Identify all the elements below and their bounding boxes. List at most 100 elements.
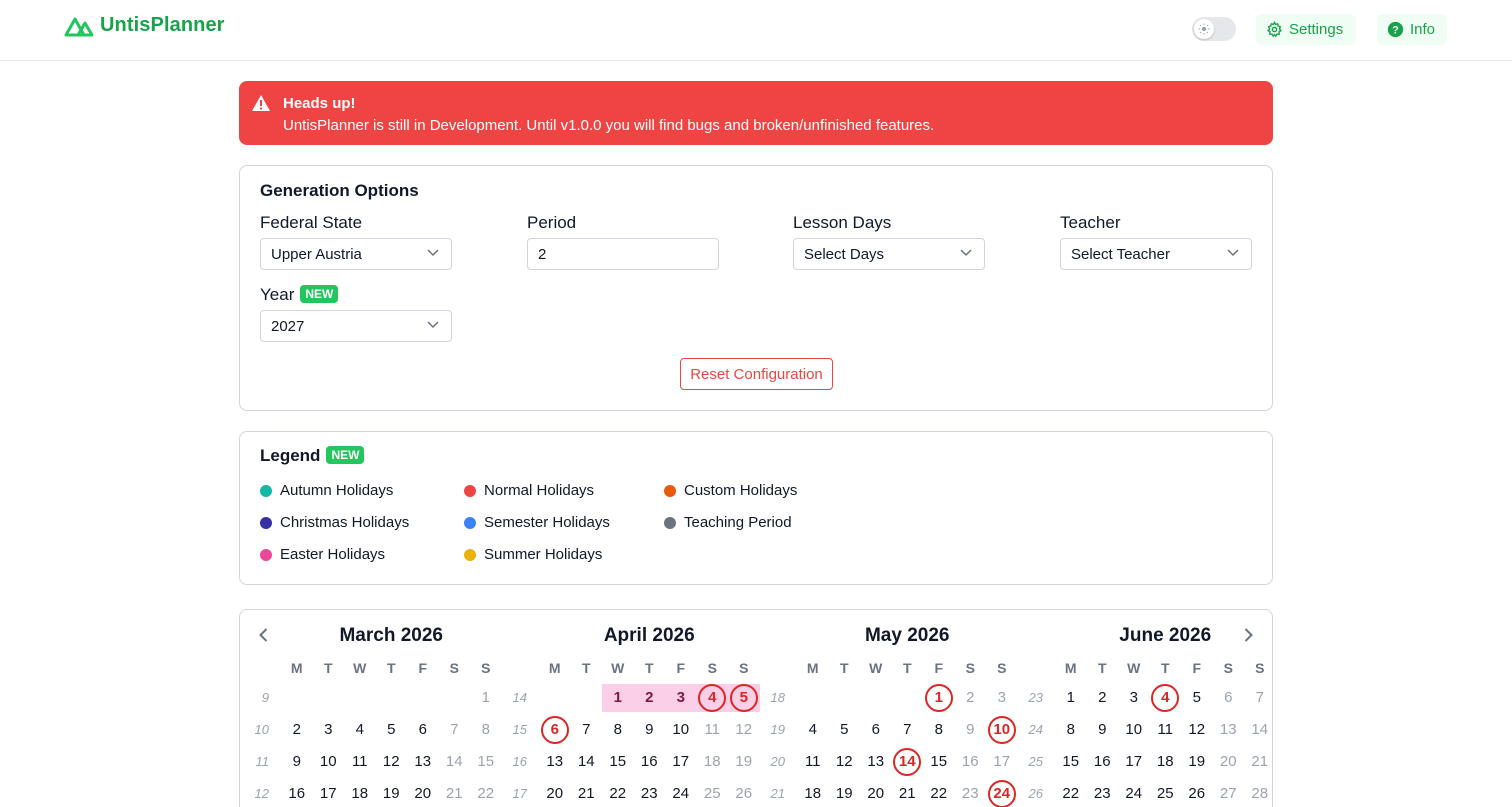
calendar-day[interactable]: 16	[634, 748, 666, 776]
calendar-day[interactable]: 14	[1244, 716, 1276, 744]
calendar-day[interactable]: 21	[892, 780, 924, 807]
calendar-day[interactable]: 9	[1087, 716, 1119, 744]
calendar-day[interactable]: 10	[986, 716, 1018, 744]
calendar-day[interactable]: 4	[797, 716, 829, 744]
teacher-select[interactable]: Select Teacher	[1060, 238, 1252, 270]
calendar-day[interactable]: 5	[376, 716, 408, 744]
calendar-day[interactable]: 15	[470, 748, 502, 776]
calendar-day[interactable]: 14	[892, 748, 924, 776]
calendar-day[interactable]: 23	[634, 780, 666, 807]
calendar-day[interactable]: 1	[1055, 684, 1087, 712]
calendar-day[interactable]: 18	[344, 780, 376, 807]
calendar-day[interactable]: 26	[1181, 780, 1213, 807]
calendar-day[interactable]: 24	[665, 780, 697, 807]
period-input[interactable]: 2	[527, 238, 719, 270]
calendar-day[interactable]: 22	[1055, 780, 1087, 807]
calendar-day[interactable]: 4	[1150, 684, 1182, 712]
calendar-day[interactable]: 5	[728, 684, 760, 712]
calendar-day[interactable]: 3	[1118, 684, 1150, 712]
calendar-day[interactable]: 15	[602, 748, 634, 776]
calendar-day[interactable]: 11	[797, 748, 829, 776]
calendar-day[interactable]: 14	[439, 748, 471, 776]
calendar-day[interactable]: 20	[539, 780, 571, 807]
calendar-day[interactable]: 7	[439, 716, 471, 744]
brand-logo[interactable]: UntisPlanner	[64, 14, 225, 37]
calendar-day[interactable]: 1	[923, 684, 955, 712]
calendar-day[interactable]: 9	[634, 716, 666, 744]
calendar-day[interactable]: 16	[955, 748, 987, 776]
calendar-day[interactable]: 6	[407, 716, 439, 744]
info-button[interactable]: ? Info	[1377, 14, 1447, 45]
calendar-day[interactable]: 19	[728, 748, 760, 776]
lesson-days-select[interactable]: Select Days	[793, 238, 985, 270]
calendar-day[interactable]: 20	[407, 780, 439, 807]
calendar-day[interactable]: 6	[1213, 684, 1245, 712]
calendar-day[interactable]: 18	[697, 748, 729, 776]
calendar-day[interactable]: 16	[281, 780, 313, 807]
calendar-day[interactable]: 22	[602, 780, 634, 807]
calendar-day[interactable]: 9	[955, 716, 987, 744]
calendar-day[interactable]: 8	[602, 716, 634, 744]
calendar-day[interactable]: 13	[1213, 716, 1245, 744]
calendar-day[interactable]: 2	[955, 684, 987, 712]
calendar-day[interactable]: 19	[1181, 748, 1213, 776]
calendar-day[interactable]: 10	[665, 716, 697, 744]
calendar-day[interactable]: 23	[1087, 780, 1119, 807]
calendar-day[interactable]: 9	[281, 748, 313, 776]
calendar-day[interactable]: 1	[470, 684, 502, 712]
calendar-day[interactable]: 5	[1181, 684, 1213, 712]
calendar-day[interactable]: 7	[892, 716, 924, 744]
calendar-day[interactable]: 8	[1055, 716, 1087, 744]
calendar-day[interactable]: 12	[829, 748, 861, 776]
calendar-day[interactable]: 11	[344, 748, 376, 776]
calendar-day[interactable]: 24	[1118, 780, 1150, 807]
calendar-day[interactable]: 22	[470, 780, 502, 807]
calendar-day[interactable]: 12	[1181, 716, 1213, 744]
calendar-day[interactable]: 17	[1118, 748, 1150, 776]
calendar-day[interactable]: 15	[1055, 748, 1087, 776]
calendar-day[interactable]: 17	[986, 748, 1018, 776]
calendar-day[interactable]: 5	[829, 716, 861, 744]
calendar-day[interactable]: 21	[439, 780, 471, 807]
calendar-day[interactable]: 10	[1118, 716, 1150, 744]
calendar-day[interactable]: 25	[697, 780, 729, 807]
calendar-day[interactable]: 8	[470, 716, 502, 744]
calendar-day[interactable]: 4	[344, 716, 376, 744]
calendar-day[interactable]: 1	[602, 684, 634, 712]
calendar-day[interactable]: 2	[633, 684, 665, 712]
calendar-day[interactable]: 6	[539, 716, 571, 744]
reset-configuration-button[interactable]: Reset Configuration	[680, 358, 833, 390]
calendar-day[interactable]: 4	[696, 684, 728, 712]
calendar-day[interactable]: 19	[829, 780, 861, 807]
calendar-day[interactable]: 11	[1150, 716, 1182, 744]
calendar-day[interactable]: 10	[313, 748, 345, 776]
calendar-day[interactable]: 25	[1150, 780, 1182, 807]
calendar-day[interactable]: 15	[923, 748, 955, 776]
calendar-day[interactable]: 21	[571, 780, 603, 807]
calendar-day[interactable]: 2	[281, 716, 313, 744]
calendar-day[interactable]: 18	[1150, 748, 1182, 776]
calendar-day[interactable]: 24	[986, 780, 1018, 807]
calendar-day[interactable]: 28	[1244, 780, 1276, 807]
calendar-day[interactable]: 13	[539, 748, 571, 776]
calendar-day[interactable]: 13	[407, 748, 439, 776]
calendar-day[interactable]: 12	[728, 716, 760, 744]
calendar-day[interactable]: 6	[860, 716, 892, 744]
calendar-day[interactable]: 3	[313, 716, 345, 744]
calendar-day[interactable]: 12	[376, 748, 408, 776]
settings-button[interactable]: Settings	[1256, 14, 1356, 45]
calendar-day[interactable]: 14	[571, 748, 603, 776]
calendar-day[interactable]: 3	[665, 684, 697, 712]
calendar-day[interactable]: 18	[797, 780, 829, 807]
calendar-day[interactable]: 23	[955, 780, 987, 807]
calendar-day[interactable]: 7	[571, 716, 603, 744]
calendar-day[interactable]: 13	[860, 748, 892, 776]
calendar-day[interactable]: 27	[1213, 780, 1245, 807]
calendar-day[interactable]: 20	[860, 780, 892, 807]
calendar-day[interactable]: 11	[697, 716, 729, 744]
calendar-day[interactable]: 17	[313, 780, 345, 807]
calendar-day[interactable]: 20	[1213, 748, 1245, 776]
calendar-day[interactable]: 3	[986, 684, 1018, 712]
calendar-day[interactable]: 19	[376, 780, 408, 807]
calendar-day[interactable]: 26	[728, 780, 760, 807]
